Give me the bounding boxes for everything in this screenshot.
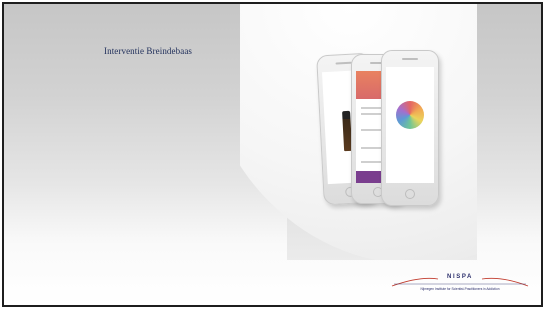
slide-frame: Interventie Breindebaas NISPA Nijmegen I… — [2, 2, 543, 307]
phone-speaker — [335, 61, 352, 65]
brain-icon — [396, 101, 424, 129]
phone-speaker — [402, 58, 418, 60]
text-line — [361, 147, 383, 149]
logo-tagline: Nijmegen Institute for Scientist-Practit… — [420, 287, 500, 291]
phone-screen-brain — [386, 67, 434, 183]
phone-right — [381, 50, 439, 206]
logo-name: NISPA — [447, 274, 473, 280]
slide-title: Interventie Breindebaas — [104, 46, 193, 56]
nispa-logo: NISPA Nijmegen Institute for Scientist-P… — [390, 270, 530, 300]
home-button-icon — [405, 189, 415, 199]
